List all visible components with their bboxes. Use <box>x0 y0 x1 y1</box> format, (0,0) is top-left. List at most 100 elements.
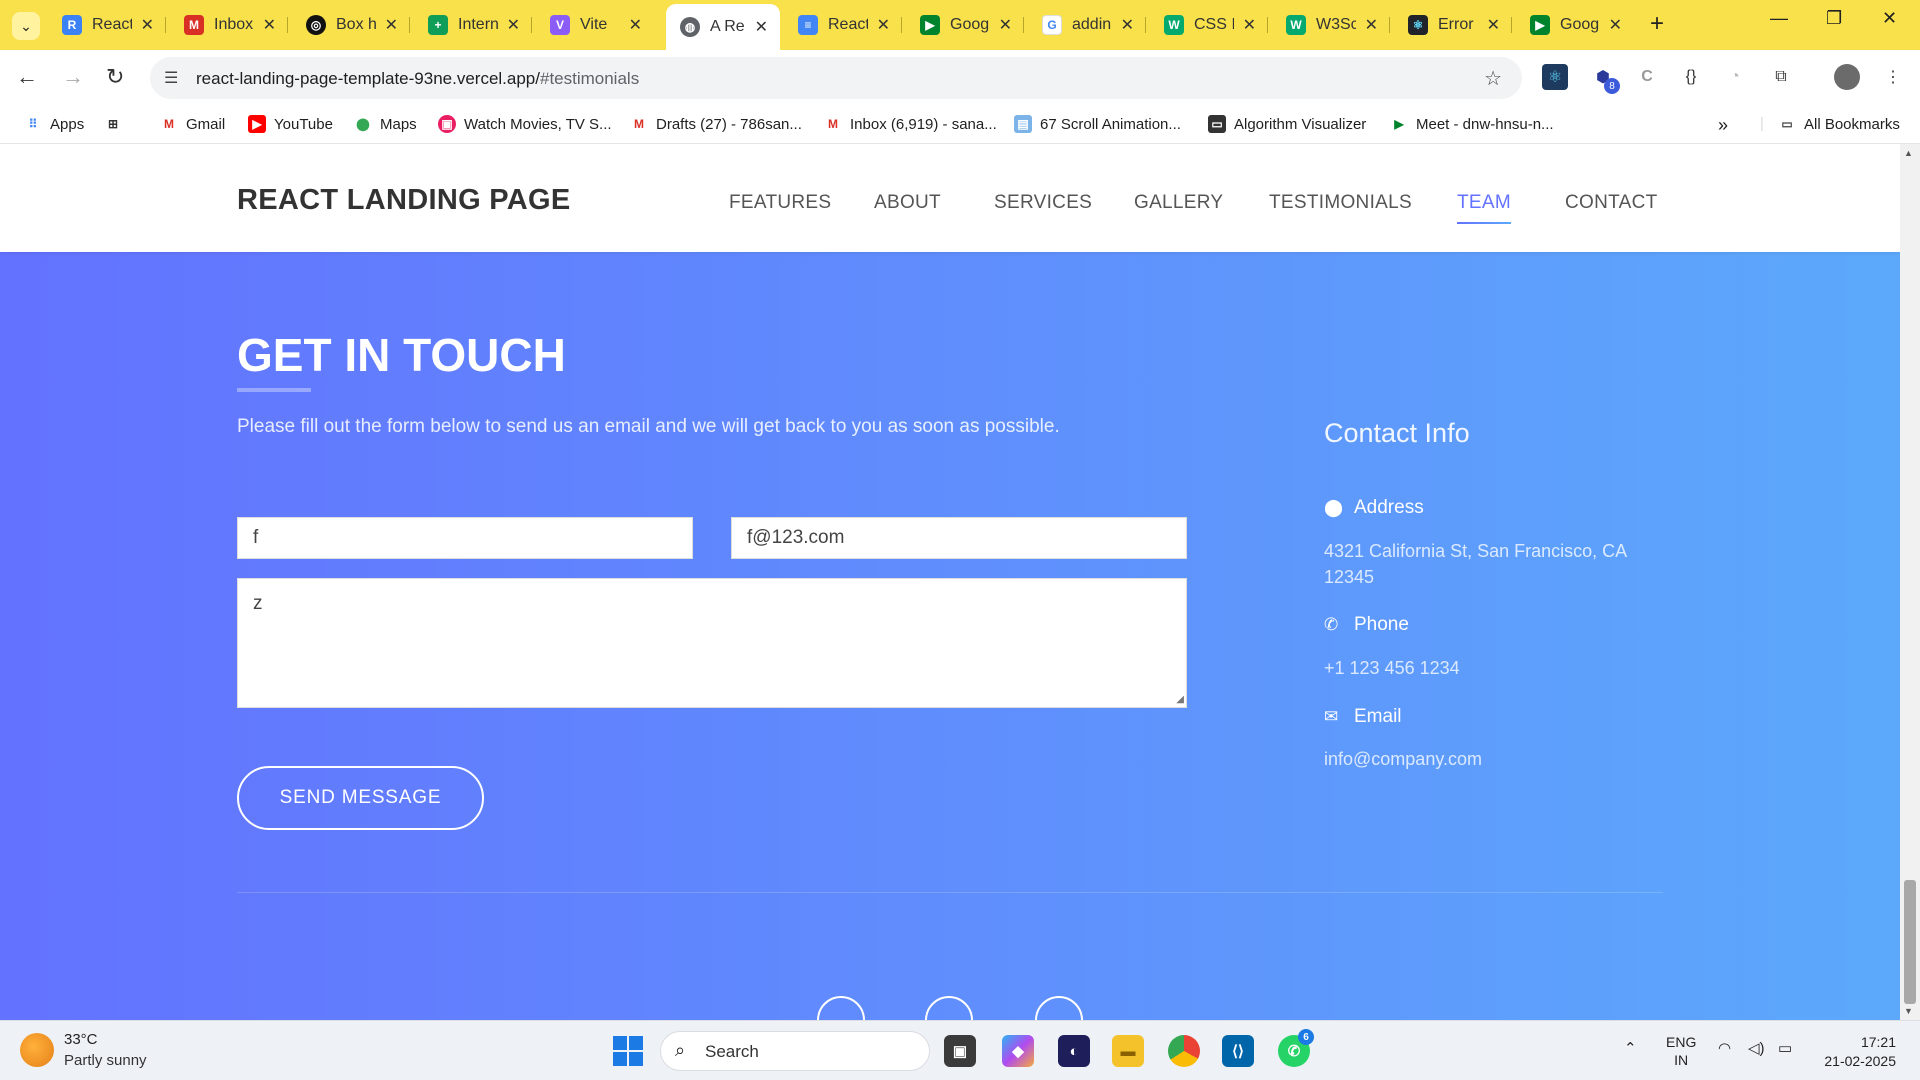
close-icon[interactable]: ✕ <box>1487 15 1500 35</box>
tab-meet-1[interactable]: ▶ Goog ✕ <box>906 9 1024 41</box>
nav-features[interactable]: FEATURES <box>729 192 831 214</box>
social-facebook-icon[interactable] <box>817 996 865 1020</box>
profile-avatar[interactable] <box>1834 64 1860 90</box>
close-icon[interactable]: ✕ <box>507 15 520 35</box>
close-icon[interactable]: ✕ <box>877 15 890 35</box>
weather-temperature[interactable]: 33°C <box>64 1031 98 1048</box>
bookmark-algorithm-visualizer[interactable]: ▭ Algorithm Visualizer <box>1208 115 1366 133</box>
chrome-icon[interactable] <box>1168 1035 1200 1067</box>
whatsapp-icon[interactable]: ✆ 6 <box>1278 1029 1314 1067</box>
name-input[interactable]: f <box>237 517 693 559</box>
tab-error[interactable]: ⚛ Error ✕ <box>1394 9 1512 41</box>
file-explorer-icon[interactable]: ▬ <box>1112 1035 1144 1067</box>
system-clock[interactable]: 17:21 21-02-2025 <box>1816 1033 1896 1071</box>
task-view-icon[interactable]: ▣ <box>944 1035 976 1067</box>
bookmark-tab-groups[interactable]: ⊞ <box>104 115 130 133</box>
minimize-icon[interactable]: — <box>1770 8 1788 29</box>
taskbar-search[interactable]: ⌕ Search <box>660 1031 930 1071</box>
new-tab-icon[interactable]: + <box>1650 10 1664 38</box>
bookmark-drafts[interactable]: M Drafts (27) - 786san... <box>630 115 802 133</box>
more-bookmarks-icon[interactable]: » <box>1718 115 1728 136</box>
tab-w3s[interactable]: W W3Sc ✕ <box>1272 9 1390 41</box>
bookmark-star-icon[interactable]: ☆ <box>1484 66 1502 91</box>
bookmark-maps[interactable]: ⬤ Maps <box>354 115 416 133</box>
send-message-button[interactable]: SEND MESSAGE <box>237 766 484 830</box>
tab-active[interactable]: ◍ A Re ✕ <box>666 4 780 50</box>
reload-icon[interactable]: ↻ <box>106 64 124 90</box>
menu-kebab-icon[interactable]: ⋮ <box>1880 64 1906 90</box>
css-extension-icon[interactable]: C <box>1634 64 1660 90</box>
nav-contact[interactable]: CONTACT <box>1565 192 1658 214</box>
bookmark-youtube[interactable]: ▶ YouTube <box>248 115 333 133</box>
scrollbar-thumb[interactable] <box>1904 880 1916 1004</box>
message-textarea[interactable]: z ◢ <box>237 578 1187 708</box>
nav-services[interactable]: SERVICES <box>994 192 1092 214</box>
restore-icon[interactable]: ❐ <box>1826 8 1842 29</box>
json-extension-icon[interactable]: {} <box>1678 64 1704 90</box>
all-bookmarks[interactable]: ▭ All Bookmarks <box>1778 115 1900 133</box>
extensions-puzzle-icon[interactable]: ⧉ <box>1768 64 1794 90</box>
site-info-icon[interactable]: ☰ <box>164 68 178 88</box>
windows-start-icon[interactable] <box>613 1036 643 1066</box>
language-indicator[interactable]: ENG IN <box>1666 1033 1696 1069</box>
nav-testimonials[interactable]: TESTIMONIALS <box>1269 192 1412 214</box>
tab-box[interactable]: ◎ Box h ✕ <box>292 9 410 41</box>
site-brand[interactable]: REACT LANDING PAGE <box>237 184 571 217</box>
weather-description[interactable]: Partly sunny <box>64 1052 147 1069</box>
react-devtools-icon[interactable]: ⚛ <box>1542 64 1568 90</box>
bookmark-gmail[interactable]: M Gmail <box>160 115 225 133</box>
tab-meet-2[interactable]: ▶ Goog ✕ <box>1516 9 1634 41</box>
close-icon[interactable]: ✕ <box>1365 15 1378 35</box>
extension-icon[interactable]: ⬢ 8 <box>1590 64 1620 94</box>
address-bar[interactable]: ☰ react-landing-page-template-93ne.verce… <box>150 57 1522 99</box>
nav-team[interactable]: TEAM <box>1457 192 1511 224</box>
close-icon[interactable]: ✕ <box>1609 15 1622 35</box>
back-icon[interactable]: ← <box>16 64 38 90</box>
close-icon[interactable]: ✕ <box>263 15 276 35</box>
social-youtube-icon[interactable] <box>1035 996 1083 1020</box>
tray-overflow-icon[interactable]: ⌃ <box>1624 1039 1637 1057</box>
nav-gallery[interactable]: GALLERY <box>1134 192 1223 214</box>
close-icon[interactable]: ✕ <box>629 15 642 35</box>
close-icon[interactable]: ✕ <box>755 17 768 37</box>
eclipse-icon[interactable]: ◐ <box>1058 1035 1090 1067</box>
scroll-down-icon[interactable]: ▼ <box>1904 1006 1913 1016</box>
bookmark-apps[interactable]: ⠿ Apps <box>24 115 85 133</box>
vscode-icon[interactable]: ⟨⟩ <box>1222 1035 1254 1067</box>
battery-icon[interactable]: ▭ <box>1778 1039 1792 1057</box>
wifi-icon[interactable]: ◠ <box>1718 1039 1731 1057</box>
url-text[interactable]: react-landing-page-template-93ne.vercel.… <box>196 69 639 89</box>
scroll-up-icon[interactable]: ▲ <box>1904 148 1913 158</box>
nav-about[interactable]: ABOUT <box>874 192 941 214</box>
tab-vite[interactable]: V Vite ✕ <box>536 9 654 41</box>
email-input[interactable]: f@123.com <box>731 517 1187 559</box>
tab-react[interactable]: R React ✕ <box>48 9 166 41</box>
copilot-icon[interactable]: ◆ <box>1002 1035 1034 1067</box>
resize-handle-icon[interactable]: ◢ <box>1176 694 1184 705</box>
bookmarks-bar: ⠿ Apps ⊞ M Gmail ▶ YouTube ⬤ Maps ▣ Watc… <box>0 106 1920 144</box>
volume-icon[interactable]: ◁) <box>1748 1039 1765 1057</box>
weather-sun-icon[interactable] <box>20 1033 54 1067</box>
tab-google[interactable]: G addin ✕ <box>1028 9 1146 41</box>
bookmark-scroll-animation[interactable]: ▤ 67 Scroll Animation... <box>1014 115 1181 133</box>
close-icon[interactable]: ✕ <box>141 15 154 35</box>
page-scrollbar[interactable]: ▲ ▼ <box>1900 144 1920 1020</box>
timer-extension-icon[interactable]: ◔ <box>1722 64 1748 90</box>
bookmark-meet[interactable]: ▶ Meet - dnw-hnsu-n... <box>1390 115 1553 133</box>
bookmark-inbox[interactable]: M Inbox (6,919) - sana... <box>824 115 997 133</box>
tab-search-button[interactable]: ⌄ <box>12 12 40 40</box>
meet-icon: ▶ <box>1394 117 1404 131</box>
tab-intern[interactable]: + Intern ✕ <box>414 9 532 41</box>
close-icon[interactable]: ✕ <box>1121 15 1134 35</box>
tab-inbox[interactable]: M Inbox ✕ <box>170 9 288 41</box>
tab-react-doc[interactable]: ≡ React ✕ <box>784 9 902 41</box>
social-twitter-icon[interactable] <box>925 996 973 1020</box>
tab-css[interactable]: W CSS I ✕ <box>1150 9 1268 41</box>
email-value[interactable]: info@company.com <box>1324 746 1664 772</box>
close-icon[interactable]: ✕ <box>999 15 1012 35</box>
close-icon[interactable]: ✕ <box>1243 15 1256 35</box>
forward-icon[interactable]: → <box>62 64 84 90</box>
close-icon[interactable]: ✕ <box>385 15 398 35</box>
window-close-icon[interactable]: ✕ <box>1882 8 1897 29</box>
bookmark-movies[interactable]: ▣ Watch Movies, TV S... <box>438 115 612 133</box>
